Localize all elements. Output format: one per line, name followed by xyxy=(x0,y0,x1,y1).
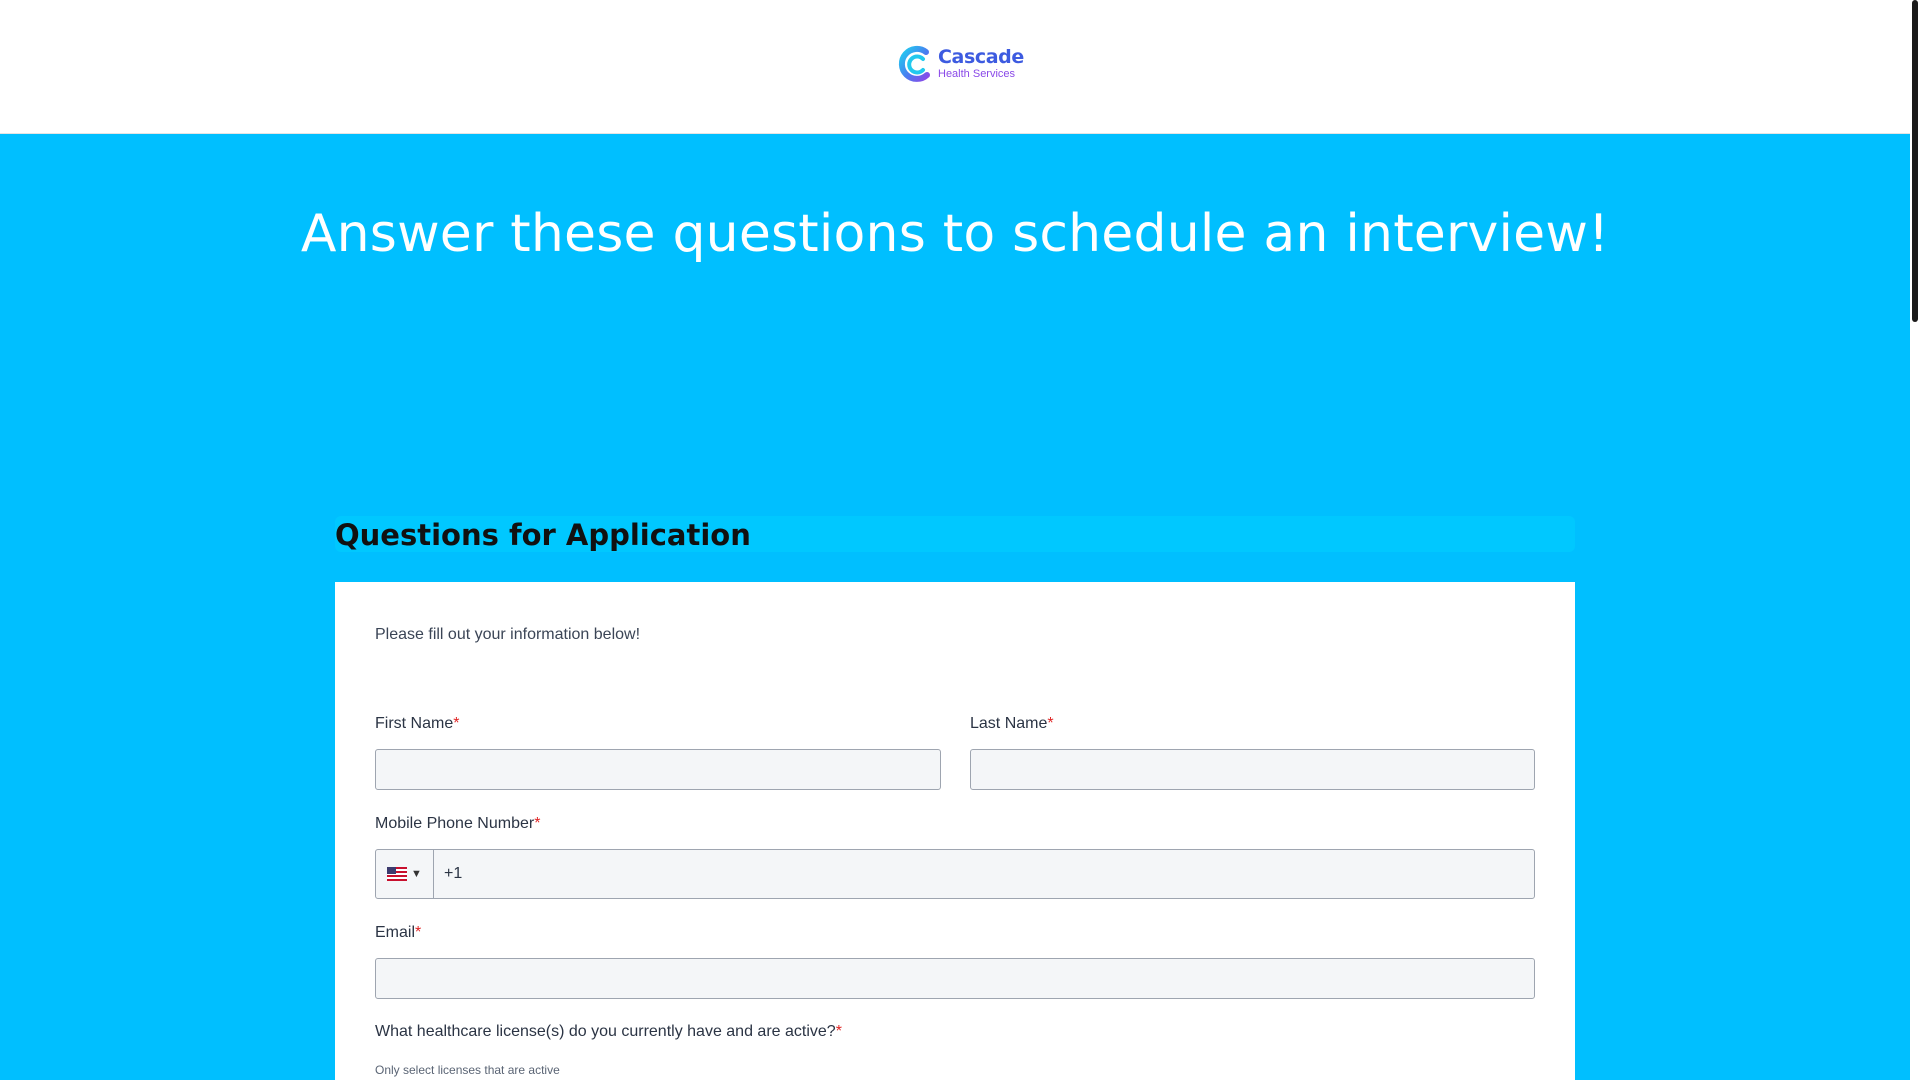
licenses-help-text: Only select licenses that are active xyxy=(375,1063,560,1077)
cascade-logo-icon xyxy=(898,45,930,82)
email-label-text: Email xyxy=(375,924,416,941)
licenses-label-text: What healthcare license(s) do you curren… xyxy=(375,1023,836,1040)
country-code-select[interactable]: ▼ xyxy=(376,850,434,898)
application-form: Please fill out your information below! … xyxy=(335,582,1575,1080)
phone-field: ▼ xyxy=(375,849,1535,899)
cascade-logo[interactable]: Cascade Health Services xyxy=(893,40,1024,88)
phone-label: Mobile Phone Number* xyxy=(375,815,540,833)
scrollbar-thumb[interactable] xyxy=(1912,0,1918,322)
logo-name: Cascade xyxy=(938,46,1024,68)
required-marker: * xyxy=(534,815,541,832)
page: Cascade Health Services Answer these que… xyxy=(0,0,1910,1080)
last-name-input[interactable] xyxy=(970,749,1535,790)
licenses-label: What healthcare license(s) do you curren… xyxy=(375,1023,842,1041)
required-marker: * xyxy=(453,715,460,732)
required-marker: * xyxy=(835,1023,842,1040)
us-flag-icon xyxy=(387,867,408,881)
last-name-label: Last Name* xyxy=(970,715,1054,733)
required-marker: * xyxy=(1047,715,1054,732)
email-input[interactable] xyxy=(375,958,1535,999)
section-title: Questions for Application xyxy=(335,518,751,552)
phone-input[interactable] xyxy=(434,850,1534,898)
page-scrollbar[interactable] xyxy=(1910,0,1920,1080)
chevron-down-icon: ▼ xyxy=(411,868,422,880)
first-name-label: First Name* xyxy=(375,715,459,733)
section-header: Questions for Application xyxy=(335,516,1575,552)
last-name-label-text: Last Name xyxy=(970,715,1048,732)
email-label: Email* xyxy=(375,924,421,942)
phone-label-text: Mobile Phone Number xyxy=(375,815,535,832)
form-intro: Please fill out your information below! xyxy=(375,626,641,643)
required-marker: * xyxy=(415,924,422,941)
first-name-input[interactable] xyxy=(375,749,941,790)
logo-text: Cascade Health Services xyxy=(938,48,1024,80)
site-header: Cascade Health Services xyxy=(0,0,1910,134)
hero-title: Answer these questions to schedule an in… xyxy=(300,204,1610,264)
first-name-label-text: First Name xyxy=(375,715,454,732)
logo-tagline: Health Services xyxy=(938,68,1016,80)
